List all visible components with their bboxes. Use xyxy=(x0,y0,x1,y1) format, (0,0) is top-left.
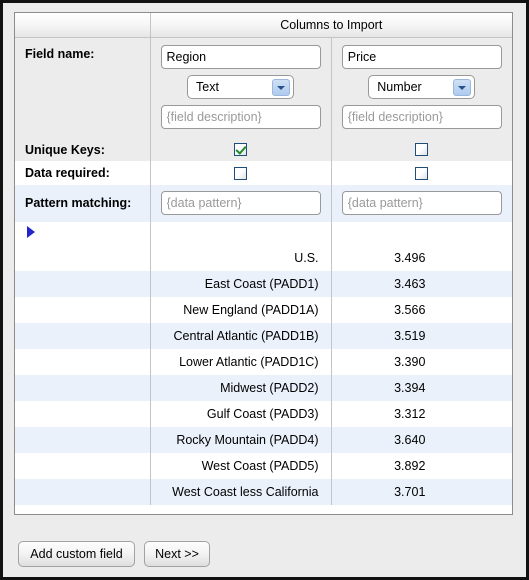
dialog-footer: Add custom field Next >> xyxy=(3,515,526,577)
column-1-field-cell: Text xyxy=(150,37,332,138)
region-cell: East Coast (PADD1) xyxy=(150,270,332,297)
pattern-block-2 xyxy=(332,185,513,222)
field-name-row: Field name: Text xyxy=(15,37,513,138)
price-cell: 3.701 xyxy=(331,478,512,505)
grid-header-row: Columns to Import xyxy=(15,13,512,38)
columns-to-import-panel: Columns to Import Field name: Text xyxy=(14,12,513,515)
window-content: Columns to Import Field name: Text xyxy=(3,3,526,577)
row-marker-gutter xyxy=(15,400,151,427)
data-required-checkbox-1[interactable] xyxy=(234,166,247,180)
add-custom-field-button[interactable]: Add custom field xyxy=(18,541,135,567)
table-row[interactable]: West Coast less California 3.701 xyxy=(15,478,512,505)
price-cell: 3.496 xyxy=(331,244,512,271)
table-row[interactable]: Gulf Coast (PADD3) 3.312 xyxy=(15,400,512,427)
table-row[interactable]: Lower Atlantic (PADD1C) 3.390 xyxy=(15,348,512,375)
unique-keys-checkbox-2[interactable] xyxy=(415,143,429,157)
row-marker-gutter xyxy=(15,296,151,323)
price-cell: 3.390 xyxy=(331,348,512,375)
column-2-field-cell: Number xyxy=(331,37,513,138)
field-name-input-2[interactable] xyxy=(341,45,502,69)
pattern-cell-1 xyxy=(150,184,332,222)
row-marker-gutter xyxy=(15,426,151,453)
row-marker-gutter xyxy=(15,322,151,349)
row-marker-gutter xyxy=(15,244,151,271)
table-row[interactable]: U.S. 3.496 xyxy=(15,244,512,271)
data-required-label: Data required: xyxy=(15,161,151,185)
unique-keys-checkbox-1[interactable] xyxy=(234,143,247,157)
unique-keys-label: Unique Keys: xyxy=(15,138,151,162)
region-cell: Rocky Mountain (PADD4) xyxy=(150,426,332,453)
region-cell: Central Atlantic (PADD1B) xyxy=(150,322,332,349)
column-1-field-block: Text xyxy=(151,38,331,138)
marker-spacer-1 xyxy=(150,221,332,245)
data-required-cell-1 xyxy=(150,161,332,185)
pattern-cell-2 xyxy=(331,184,513,222)
column-2-field-block: Number xyxy=(332,38,513,138)
field-type-value-1: Text xyxy=(196,80,219,94)
row-marker-gutter xyxy=(15,478,151,505)
region-cell: U.S. xyxy=(150,244,332,271)
data-required-checkbox-wrap-2 xyxy=(332,161,513,184)
marker-spacer-2 xyxy=(331,221,512,245)
row-marker-gutter xyxy=(15,452,151,479)
field-name-label: Field name: xyxy=(15,37,151,138)
chevron-down-icon[interactable] xyxy=(272,79,290,96)
application-window: Columns to Import Field name: Text xyxy=(0,0,529,580)
unique-keys-checkbox-wrap-2 xyxy=(332,138,513,161)
table-row[interactable]: West Coast (PADD5) 3.892 xyxy=(15,452,512,479)
import-grid: Columns to Import Field name: Text xyxy=(15,13,512,505)
chevron-down-icon[interactable] xyxy=(453,79,472,96)
price-cell: 3.892 xyxy=(331,452,512,479)
play-triangle-icon xyxy=(27,225,35,238)
field-name-input-1[interactable] xyxy=(160,45,321,69)
row-marker-gutter xyxy=(15,374,151,401)
table-row[interactable]: Rocky Mountain (PADD4) 3.640 xyxy=(15,426,512,453)
columns-to-import-title: Columns to Import xyxy=(150,13,512,38)
data-required-checkbox-2[interactable] xyxy=(415,166,429,180)
field-type-select-2[interactable]: Number xyxy=(368,75,476,99)
next-button[interactable]: Next >> xyxy=(144,541,210,567)
field-type-value-2: Number xyxy=(377,80,422,94)
price-cell: 3.463 xyxy=(331,270,512,297)
price-cell: 3.519 xyxy=(331,322,512,349)
region-cell: West Coast less California xyxy=(150,478,332,505)
table-row[interactable]: New England (PADD1A) 3.566 xyxy=(15,296,512,323)
data-preview-rows: U.S. 3.496 East Coast (PADD1) 3.463 New Engl… xyxy=(15,244,512,505)
row-marker-gutter xyxy=(15,270,151,297)
unique-keys-row: Unique Keys: xyxy=(15,138,513,162)
region-cell: West Coast (PADD5) xyxy=(150,452,332,479)
region-cell: Gulf Coast (PADD3) xyxy=(150,400,332,427)
region-cell: Midwest (PADD2) xyxy=(150,374,332,401)
table-row[interactable]: Central Atlantic (PADD1B) 3.519 xyxy=(15,322,512,349)
field-description-input-2[interactable] xyxy=(341,105,502,129)
region-cell: New England (PADD1A) xyxy=(150,296,332,323)
data-required-row: Data required: xyxy=(15,161,513,185)
pattern-matching-row: Pattern matching: xyxy=(15,184,513,222)
row-marker-cell[interactable] xyxy=(15,221,151,245)
pattern-matching-label: Pattern matching: xyxy=(15,184,151,222)
field-description-input-1[interactable] xyxy=(160,105,321,129)
pattern-input-2[interactable] xyxy=(341,190,502,215)
table-row[interactable]: Midwest (PADD2) 3.394 xyxy=(15,374,512,401)
unique-keys-checkbox-wrap-1 xyxy=(151,138,331,161)
field-type-select-1[interactable]: Text xyxy=(187,75,294,99)
price-cell: 3.640 xyxy=(331,426,512,453)
data-required-checkbox-wrap-1 xyxy=(151,161,331,184)
data-required-cell-2 xyxy=(331,161,513,185)
pattern-input-1[interactable] xyxy=(160,190,321,215)
row-marker-row xyxy=(15,221,512,245)
unique-keys-cell-1 xyxy=(150,138,332,162)
pattern-block-1 xyxy=(151,185,331,222)
price-cell: 3.394 xyxy=(331,374,512,401)
grid-header-corner xyxy=(15,13,151,38)
price-cell: 3.566 xyxy=(331,296,512,323)
unique-keys-cell-2 xyxy=(331,138,513,162)
row-marker-gutter xyxy=(15,348,151,375)
region-cell: Lower Atlantic (PADD1C) xyxy=(150,348,332,375)
table-row[interactable]: East Coast (PADD1) 3.463 xyxy=(15,270,512,297)
price-cell: 3.312 xyxy=(331,400,512,427)
